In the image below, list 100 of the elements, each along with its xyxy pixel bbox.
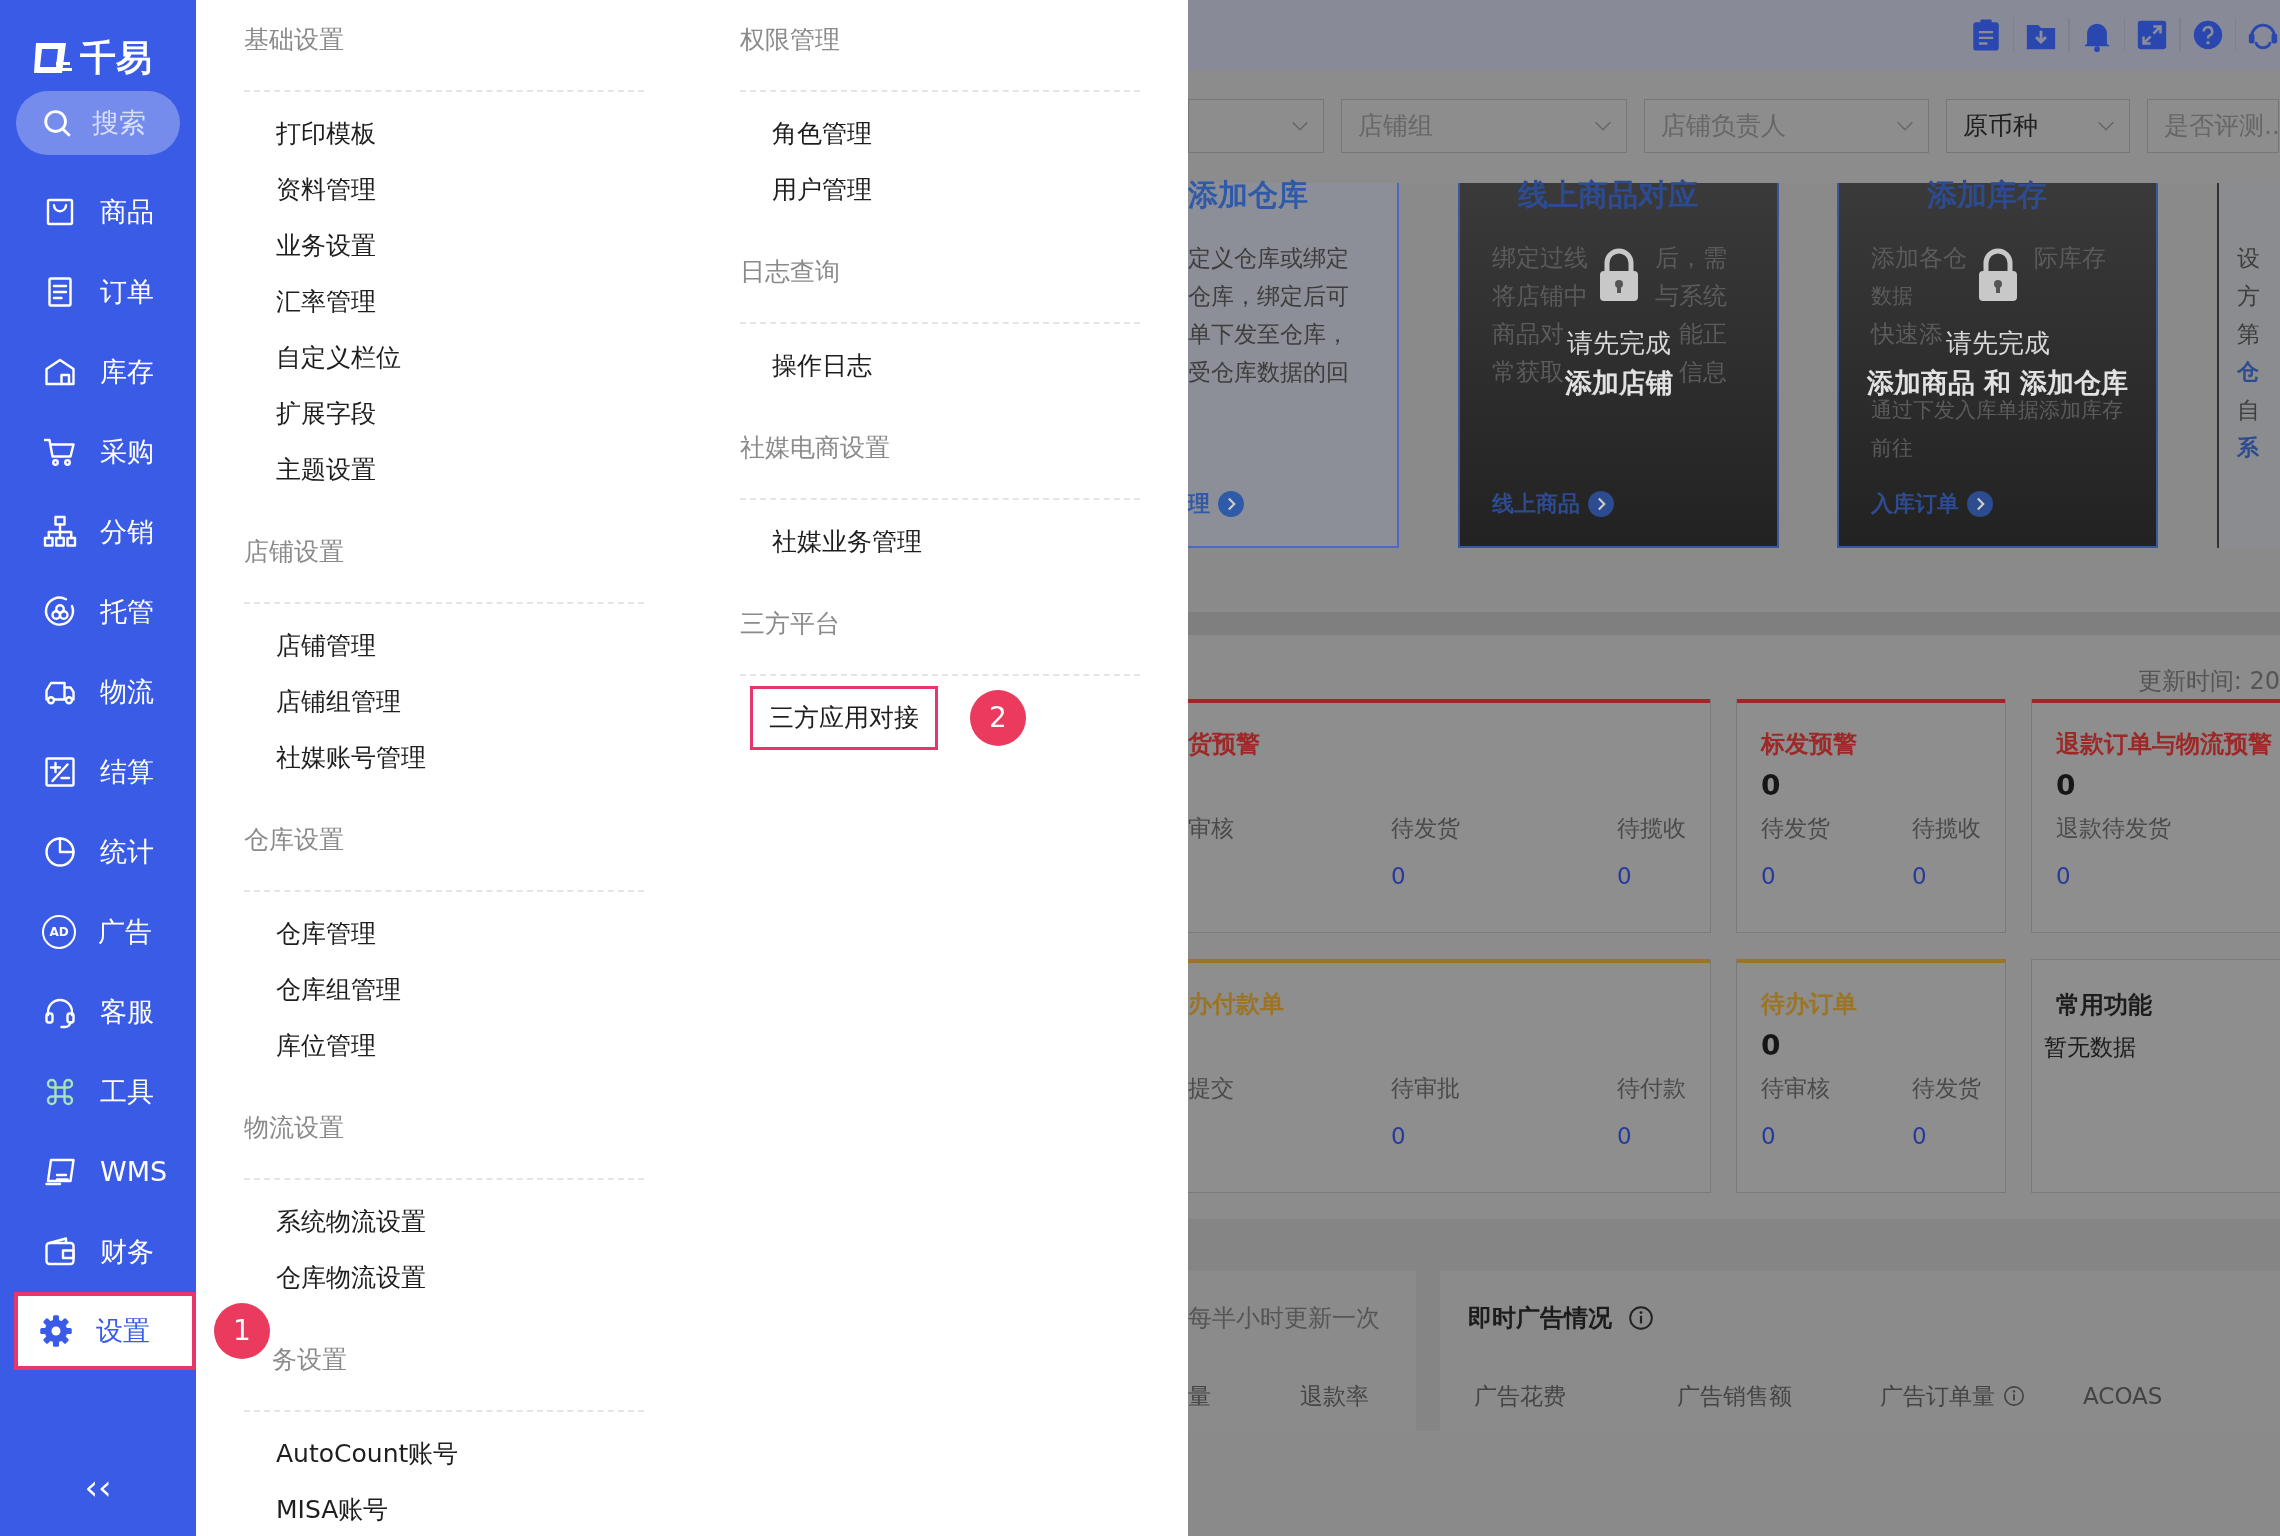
menu-link[interactable]: 店铺管理 — [276, 627, 376, 665]
group-heading: 权限管理 — [740, 25, 840, 54]
nav-item[interactable]: 客服 — [0, 972, 196, 1052]
chevron-circle-icon — [1588, 491, 1614, 517]
card-title: 添加库存 — [1925, 176, 2048, 214]
menu-link[interactable]: 三方应用对接 — [750, 686, 938, 750]
card-text: 单下发至仓库， — [1188, 321, 1349, 347]
stat-label: 待发货 — [1912, 1073, 1981, 1103]
group-heading: 三方平台 — [740, 609, 840, 638]
select-field[interactable]: 原币种 — [1946, 99, 2130, 153]
stat-label: 待发货 — [1391, 813, 1460, 843]
menu-link[interactable]: 店铺组管理 — [276, 683, 401, 721]
count-value: 0 — [1761, 1028, 1781, 1062]
chevron-circle-icon — [1218, 491, 1244, 517]
nav-item[interactable]: 订单 — [0, 252, 196, 332]
menu-link[interactable]: 汇率管理 — [276, 283, 376, 321]
stat-label: 待审批 — [1391, 1073, 1460, 1103]
select-field[interactable] — [1188, 99, 1324, 153]
stat-label: 审核 — [1188, 813, 1234, 843]
count-value: 0 — [1761, 768, 1781, 802]
group-heading: 社媒电商设置 — [740, 433, 890, 462]
nav-item[interactable]: 商品 — [0, 172, 196, 252]
stat-value[interactable]: 0 — [1912, 1118, 1981, 1153]
menu-link[interactable]: 自定义栏位 — [276, 339, 401, 377]
menu-link[interactable]: 角色管理 — [772, 115, 872, 153]
card-title: 添加仓库 — [1188, 176, 1309, 214]
stat-value[interactable]: 0 — [2056, 858, 2171, 893]
stat-value[interactable]: 0 — [1391, 1118, 1460, 1153]
nav-item[interactable]: 物流 — [0, 652, 196, 732]
menu-link[interactable]: 主题设置 — [276, 451, 376, 489]
lock-message: 添加商品 和 添加仓库 — [1866, 369, 2129, 397]
nav-item[interactable]: 库存 — [0, 332, 196, 412]
step-badge: 2 — [970, 690, 1026, 746]
menu-link[interactable]: AutoCount账号 — [276, 1435, 459, 1473]
group-heading: 店铺设置 — [244, 537, 344, 566]
menu-link[interactable]: 操作日志 — [772, 347, 872, 385]
collapse-button[interactable]: ‹‹ — [78, 1461, 118, 1514]
column-heading: 退款率 — [1300, 1382, 1369, 1411]
hierarchy-icon — [42, 514, 78, 550]
group-heading: 务设置 — [271, 1345, 347, 1374]
menu-link[interactable]: 社媒账号管理 — [276, 739, 426, 777]
menu-link[interactable]: 打印模板 — [276, 115, 376, 153]
pie-chart-icon — [42, 834, 78, 870]
stat-value[interactable]: 0 — [1912, 858, 1981, 893]
settings-icon — [38, 1313, 74, 1349]
card-text: 设 — [2237, 245, 2260, 271]
menu-link[interactable]: 仓库物流设置 — [276, 1259, 426, 1297]
menu-link[interactable]: 仓库管理 — [276, 915, 376, 953]
card-text: 方 — [2237, 283, 2260, 309]
nav-item[interactable]: 分销 — [0, 492, 196, 572]
logo-text: 千易 — [80, 36, 152, 80]
stat-value[interactable]: 0 — [1761, 858, 1830, 893]
nav-item[interactable]: 设置 — [14, 1292, 196, 1370]
menu-link[interactable]: 社媒业务管理 — [772, 523, 922, 561]
menu-link[interactable]: 用户管理 — [772, 171, 872, 209]
stat-value[interactable]: 0 — [1617, 1118, 1686, 1153]
nav-item[interactable]: 采购 — [0, 412, 196, 492]
stat-label: 待审核 — [1761, 1073, 1830, 1103]
chevron-circle-icon — [1967, 491, 1993, 517]
expand-icon[interactable] — [2135, 18, 2169, 52]
nav-item[interactable]: 工具 — [0, 1052, 196, 1132]
column-heading: ACOAS — [2083, 1382, 2163, 1411]
stat-value[interactable]: 0 — [1391, 858, 1460, 893]
nav-item[interactable]: AD 广告 — [0, 892, 196, 972]
panel-title: 即时广告情况 — [1468, 1303, 1612, 1334]
nav-item[interactable]: 结算 — [0, 732, 196, 812]
card-title: 办付款单 — [1188, 988, 1285, 1020]
info-icon[interactable] — [2003, 1385, 2025, 1407]
info-icon[interactable] — [1628, 1305, 1654, 1331]
menu-link[interactable]: MISA账号 — [276, 1491, 389, 1529]
group-heading: 仓库设置 — [244, 825, 344, 854]
card-title: 货预警 — [1188, 728, 1261, 760]
column-heading: 广告销售额 — [1677, 1382, 1792, 1411]
stat-label: 待发货 — [1761, 813, 1830, 843]
stat-label: 提交 — [1188, 1073, 1234, 1103]
column-heading: 广告订单量 — [1880, 1382, 1995, 1411]
nav-item[interactable]: 托管 — [0, 572, 196, 652]
menu-link[interactable]: 扩展字段 — [276, 395, 376, 433]
lock-message: 请先完成 — [1566, 329, 1671, 357]
menu-link[interactable]: 业务设置 — [276, 227, 376, 265]
menu-link[interactable]: 资料管理 — [276, 171, 376, 209]
card-title: 退款订单与物流预警 — [2056, 728, 2273, 760]
card-text: 自 — [2237, 397, 2260, 423]
lock-message: 添加店铺 — [1564, 369, 1673, 397]
card-text: 定义仓库或绑定 — [1188, 245, 1349, 271]
menu-link[interactable]: 库位管理 — [276, 1027, 376, 1065]
card-title: 常用功能 — [2056, 990, 2153, 1021]
plus-minus-icon — [42, 754, 78, 790]
nav-item[interactable]: WMS — [0, 1132, 196, 1212]
group-heading: 日志查询 — [740, 257, 840, 286]
card-text: 第 — [2237, 321, 2260, 347]
nav-item[interactable]: 财务 — [0, 1212, 196, 1292]
nav-item[interactable]: 统计 — [0, 812, 196, 892]
stat-value[interactable]: 0 — [1617, 858, 1686, 893]
card-text: 仓库，绑定后可 — [1188, 283, 1349, 309]
menu-link[interactable]: 系统物流设置 — [276, 1203, 426, 1241]
stat-value[interactable]: 0 — [1761, 1118, 1830, 1153]
card-title: 线上商品对应 — [1516, 176, 1699, 214]
menu-link[interactable]: 仓库组管理 — [276, 971, 401, 1009]
stat-label: 退款待发货 — [2056, 813, 2171, 843]
